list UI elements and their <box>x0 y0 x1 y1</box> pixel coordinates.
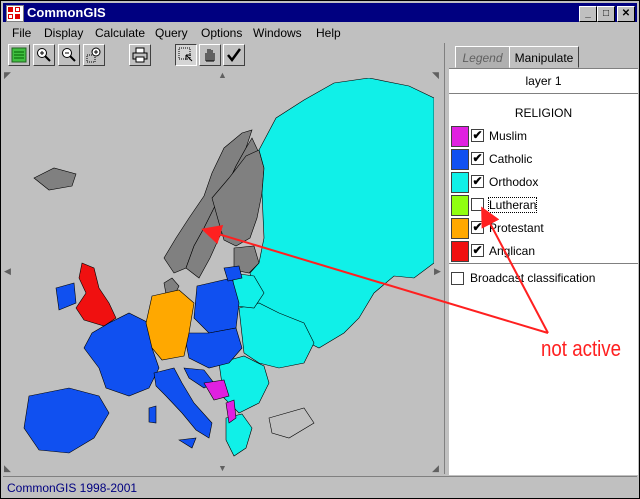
tab-manipulate[interactable]: Manipulate <box>509 46 579 68</box>
region-ireland[interactable] <box>55 282 77 311</box>
legend-label: Orthodox <box>489 175 539 189</box>
color-swatch[interactable] <box>451 149 469 170</box>
region-great-britain[interactable] <box>75 262 117 327</box>
map-view[interactable]: ◤ ▲ ◥ ◀ ▶ ◣ ▼ ◢ <box>4 70 442 474</box>
visibility-checkbox[interactable] <box>471 198 484 211</box>
app-window: CommonGIS _ □ ✕ File Display Calculate Q… <box>0 0 640 499</box>
color-swatch[interactable] <box>451 126 469 147</box>
status-text: CommonGIS 1998-2001 <box>7 481 138 495</box>
legend-label: Protestant <box>489 221 544 235</box>
legend-label: Catholic <box>489 152 533 166</box>
menu-file[interactable]: File <box>12 26 31 40</box>
broadcast-label: Broadcast classification <box>470 271 596 285</box>
broadcast-checkbox[interactable] <box>451 272 464 285</box>
menu-query[interactable]: Query <box>155 26 188 40</box>
pan-east-arrow[interactable]: ▶ <box>434 266 441 277</box>
color-swatch[interactable] <box>451 195 469 216</box>
zoom-region-icon <box>86 47 101 63</box>
zoom-out-button[interactable] <box>58 44 80 66</box>
zoom-out-icon <box>62 48 76 62</box>
region-iberia[interactable] <box>23 387 110 454</box>
side-panel: Legend Manipulate layer 1 RELIGION ✔ Mus… <box>449 43 638 475</box>
title-bar[interactable]: CommonGIS _ □ ✕ <box>3 3 637 22</box>
manipulate-panel: layer 1 RELIGION ✔ Muslim ✔ Catholic ✔ O… <box>449 68 638 475</box>
pan-button[interactable] <box>199 44 221 66</box>
zoom-in-button[interactable] <box>33 44 55 66</box>
maximize-button[interactable]: □ <box>597 6 615 22</box>
layer-name[interactable]: layer 1 <box>449 69 638 94</box>
select-region-button[interactable] <box>175 44 197 66</box>
region-germany[interactable] <box>145 289 195 361</box>
pan-west-arrow[interactable]: ◀ <box>4 266 11 277</box>
map-corner-arrow[interactable]: ◤ <box>4 70 11 81</box>
visibility-checkbox[interactable]: ✔ <box>471 221 484 234</box>
legend-item-orthodox[interactable]: ✔ Orthodox <box>449 171 638 194</box>
broadcast-classification[interactable]: Broadcast classification <box>451 271 636 287</box>
menu-display[interactable]: Display <box>44 26 83 40</box>
legend-label: Anglican <box>489 244 536 258</box>
annotation-text: not active <box>541 336 622 361</box>
region-poland[interactable] <box>193 277 240 334</box>
tab-legend[interactable]: Legend <box>455 46 510 68</box>
region-turkey-edge[interactable] <box>268 407 315 439</box>
legend-title: RELIGION <box>514 106 573 120</box>
legend-label: Lutheran <box>487 197 538 213</box>
legend-item-lutheran[interactable]: Lutheran <box>449 194 638 217</box>
minimize-button[interactable]: _ <box>579 6 597 22</box>
region-sicily[interactable] <box>178 437 197 449</box>
status-bar: CommonGIS 1998-2001 <box>3 476 637 497</box>
color-swatch[interactable] <box>451 172 469 193</box>
menu-windows[interactable]: Windows <box>253 26 302 40</box>
toolbar <box>3 43 443 69</box>
visibility-checkbox[interactable]: ✔ <box>471 244 484 257</box>
menu-calculate[interactable]: Calculate <box>95 26 145 40</box>
zoom-region-button[interactable] <box>83 44 105 66</box>
legend-label: Muslim <box>489 129 527 143</box>
region-russia[interactable] <box>249 78 434 349</box>
legend-item-muslim[interactable]: ✔ Muslim <box>449 125 638 148</box>
visibility-checkbox[interactable]: ✔ <box>471 175 484 188</box>
map-corner-arrow[interactable]: ◣ <box>4 463 11 474</box>
legend-item-anglican[interactable]: ✔ Anglican <box>449 240 638 263</box>
print-icon <box>132 47 148 63</box>
region-sardinia[interactable] <box>148 405 157 424</box>
legend-item-protestant[interactable]: ✔ Protestant <box>449 217 638 240</box>
pan-hand-icon <box>205 49 215 62</box>
visibility-checkbox[interactable]: ✔ <box>471 129 484 142</box>
print-button[interactable] <box>129 44 151 66</box>
app-icon <box>6 5 24 22</box>
close-button[interactable]: ✕ <box>617 6 635 22</box>
menu-bar: File Display Calculate Query Options Win… <box>3 23 637 42</box>
region-bosnia[interactable] <box>203 379 230 401</box>
color-swatch[interactable] <box>451 218 469 239</box>
select-region-icon <box>178 47 193 62</box>
legend-item-catholic[interactable]: ✔ Catholic <box>449 148 638 171</box>
region-iceland[interactable] <box>33 167 77 191</box>
menu-options[interactable]: Options <box>201 26 242 40</box>
zoom-in-icon <box>37 48 51 62</box>
check-button[interactable] <box>223 44 245 66</box>
map-layers-icon <box>11 47 27 63</box>
region-lithuania[interactable] <box>223 265 243 282</box>
europe-map[interactable] <box>14 78 434 466</box>
check-icon <box>227 48 242 63</box>
menu-help[interactable]: Help <box>316 26 341 40</box>
map-layers-button[interactable] <box>8 44 30 66</box>
visibility-checkbox[interactable]: ✔ <box>471 152 484 165</box>
window-title: CommonGIS <box>27 5 106 20</box>
divider <box>449 263 638 264</box>
color-swatch[interactable] <box>451 241 469 262</box>
